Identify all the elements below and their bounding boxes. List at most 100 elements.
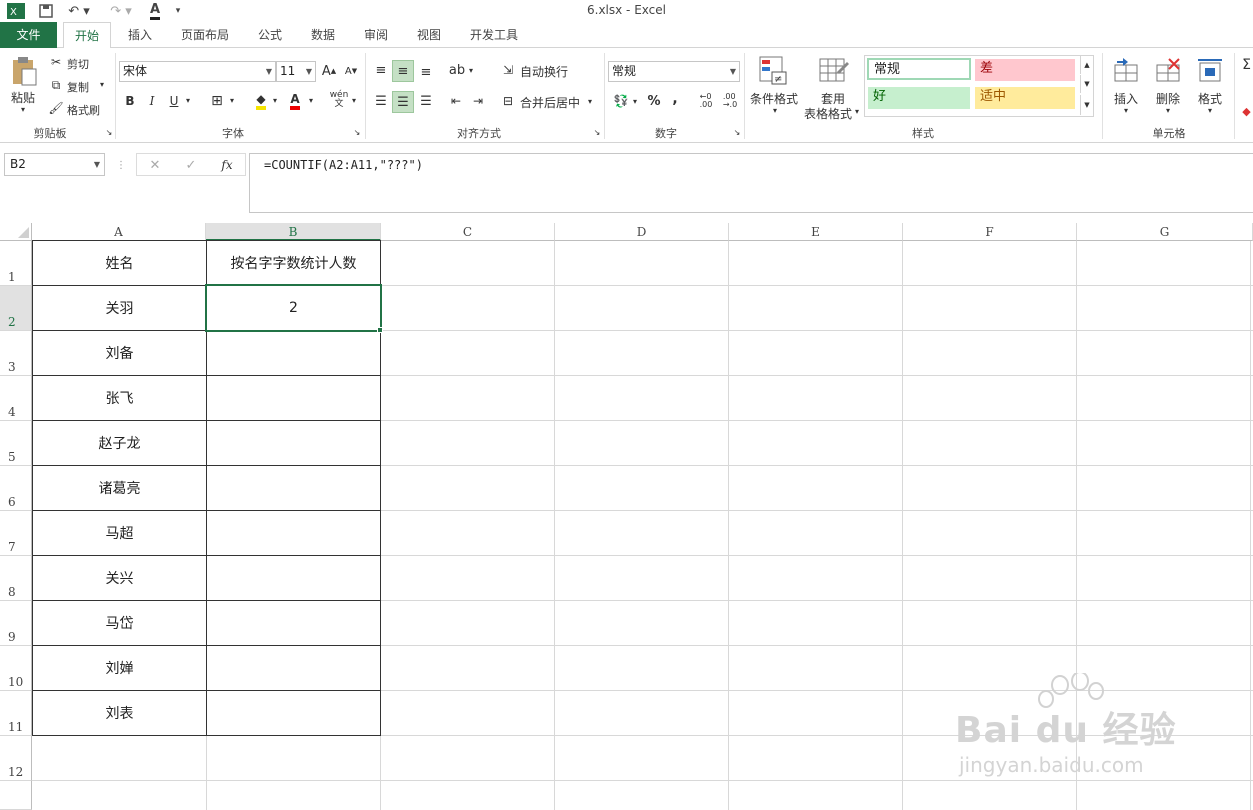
format-cells-icon[interactable] (1196, 56, 1224, 84)
row-header-7[interactable]: 7 (0, 511, 32, 556)
style-neutral[interactable]: 适中 (975, 87, 1075, 109)
merge-dropdown-icon[interactable]: ▾ (588, 97, 592, 106)
cut-button[interactable]: 剪切 (67, 56, 89, 72)
grow-font-icon[interactable]: A ▲ (320, 62, 338, 80)
row-header-10[interactable]: 10 (0, 646, 32, 691)
align-bottom-icon[interactable]: ≡ (416, 62, 436, 82)
column-header-a[interactable]: A (32, 223, 206, 241)
format-as-table-dropdown-icon[interactable]: ▾ (855, 107, 859, 116)
row-header-8[interactable]: 8 (0, 556, 32, 601)
insert-cells-icon[interactable] (1112, 56, 1140, 84)
tab-view[interactable]: 视图 (409, 22, 449, 48)
paste-button[interactable]: 粘贴 (11, 89, 35, 106)
cell-a7[interactable]: 马超 (33, 511, 206, 555)
column-header-f[interactable]: F (903, 223, 1077, 241)
number-format-select[interactable]: 常规 ▼ (608, 61, 740, 82)
column-header-g[interactable]: G (1077, 223, 1253, 241)
styles-more-icon[interactable]: ▼ (1080, 95, 1093, 115)
conditional-dropdown-icon[interactable]: ▾ (773, 106, 777, 115)
tab-data[interactable]: 数据 (303, 22, 343, 48)
cell-a2[interactable]: 关羽 (33, 286, 206, 330)
alignment-launcher-icon[interactable]: ↘ (592, 127, 602, 137)
cell-a8[interactable]: 关兴 (33, 556, 206, 600)
increase-indent-icon[interactable]: ⇥ (468, 91, 488, 111)
row-header-6[interactable]: 6 (0, 466, 32, 511)
cell-b1[interactable]: 按名字字数统计人数 (207, 241, 380, 285)
formula-bar-splitter-icon[interactable]: ⋮ (116, 157, 126, 173)
underline-button[interactable]: U (166, 92, 182, 110)
tab-page-layout[interactable]: 页面布局 (175, 22, 235, 48)
format-as-table-label-2[interactable]: 表格格式 (804, 105, 852, 122)
row-header-9[interactable]: 9 (0, 601, 32, 646)
comma-button[interactable]: , (668, 89, 682, 109)
format-dropdown-icon[interactable]: ▾ (1208, 106, 1212, 115)
tab-developer[interactable]: 开发工具 (463, 22, 525, 48)
align-middle-icon[interactable]: ≡ (392, 60, 414, 82)
style-good[interactable]: 好 (868, 87, 970, 109)
cell-a10[interactable]: 刘婵 (33, 646, 206, 690)
paste-dropdown-icon[interactable]: ▾ (21, 105, 25, 114)
accounting-format-icon[interactable]: 💱 (610, 91, 632, 111)
delete-cells-button[interactable]: 删除 (1156, 90, 1180, 107)
fill-color-icon[interactable]: ◆ (251, 92, 271, 110)
align-center-icon[interactable]: ☰ (392, 91, 414, 113)
underline-dropdown-icon[interactable]: ▾ (186, 96, 190, 105)
decrease-decimal-icon[interactable]: .00 →.0 (720, 91, 740, 111)
insert-dropdown-icon[interactable]: ▾ (1124, 106, 1128, 115)
align-right-icon[interactable]: ☰ (416, 91, 436, 111)
fill-handle[interactable] (377, 327, 383, 333)
column-header-b[interactable]: B (206, 223, 381, 241)
tab-insert[interactable]: 插入 (120, 22, 160, 48)
row-header-3[interactable]: 3 (0, 331, 32, 376)
increase-decimal-icon[interactable]: ←0.00 (696, 91, 716, 111)
insert-function-icon[interactable]: fx (215, 156, 239, 174)
style-normal[interactable]: 常规 (867, 58, 971, 80)
cancel-entry-icon[interactable]: ✕ (145, 156, 165, 174)
font-color-icon[interactable]: A (285, 92, 305, 110)
italic-button[interactable]: I (144, 92, 160, 110)
format-as-table-icon[interactable] (818, 55, 850, 87)
styles-scroll-up-icon[interactable]: ▲ (1080, 56, 1093, 74)
font-color-dropdown-icon[interactable]: ▾ (309, 96, 313, 105)
format-cells-button[interactable]: 格式 (1198, 90, 1222, 107)
row-header-13[interactable] (0, 781, 32, 810)
cell-a9[interactable]: 马岱 (33, 601, 206, 645)
formula-input[interactable]: =COUNTIF(A2:A11,"???") (249, 153, 1253, 213)
cell-a11[interactable]: 刘表 (33, 691, 206, 735)
wrap-text-button[interactable]: 自动换行 (520, 63, 568, 80)
cell-a4[interactable]: 张飞 (33, 376, 206, 420)
orientation-icon[interactable]: ab (447, 60, 467, 80)
font-name-select[interactable]: 宋体 ▼ (119, 61, 276, 82)
delete-dropdown-icon[interactable]: ▾ (1166, 106, 1170, 115)
tab-home[interactable]: 开始 (63, 22, 111, 49)
row-header-5[interactable]: 5 (0, 421, 32, 466)
conditional-format-icon[interactable]: ≠ (758, 55, 790, 87)
align-top-icon[interactable]: ≡ (371, 60, 391, 80)
style-bad[interactable]: 差 (975, 59, 1075, 81)
tab-review[interactable]: 审阅 (356, 22, 396, 48)
select-all-corner[interactable] (0, 223, 32, 241)
tab-file[interactable]: 文件 (0, 22, 57, 48)
autosum-icon[interactable]: Σ (1240, 56, 1253, 74)
cut-icon[interactable]: ✂ (48, 54, 64, 70)
merge-center-icon[interactable]: ⊟ (499, 92, 517, 110)
font-launcher-icon[interactable]: ↘ (352, 127, 362, 137)
cell-a3[interactable]: 刘备 (33, 331, 206, 375)
column-header-e[interactable]: E (729, 223, 903, 241)
font-size-select[interactable]: 11 ▼ (276, 61, 316, 82)
copy-dropdown-icon[interactable]: ▾ (100, 80, 104, 89)
cell-a6[interactable]: 诸葛亮 (33, 466, 206, 510)
phonetic-dropdown-icon[interactable]: ▾ (352, 96, 356, 105)
copy-button[interactable]: 复制 (67, 79, 89, 95)
shrink-font-icon[interactable]: A ▼ (342, 62, 360, 80)
conditional-format-button[interactable]: 条件格式 (750, 90, 798, 107)
row-header-12[interactable]: 12 (0, 736, 32, 781)
format-painter-button[interactable]: 格式刷 (67, 102, 100, 118)
bold-button[interactable]: B (122, 92, 138, 110)
borders-dropdown-icon[interactable]: ▾ (230, 96, 234, 105)
accounting-dropdown-icon[interactable]: ▾ (633, 97, 637, 106)
name-box[interactable]: B2 ▼ (4, 153, 105, 176)
row-header-1[interactable]: 1 (0, 241, 32, 286)
confirm-entry-icon[interactable]: ✓ (181, 156, 201, 174)
delete-cells-icon[interactable] (1154, 56, 1182, 84)
